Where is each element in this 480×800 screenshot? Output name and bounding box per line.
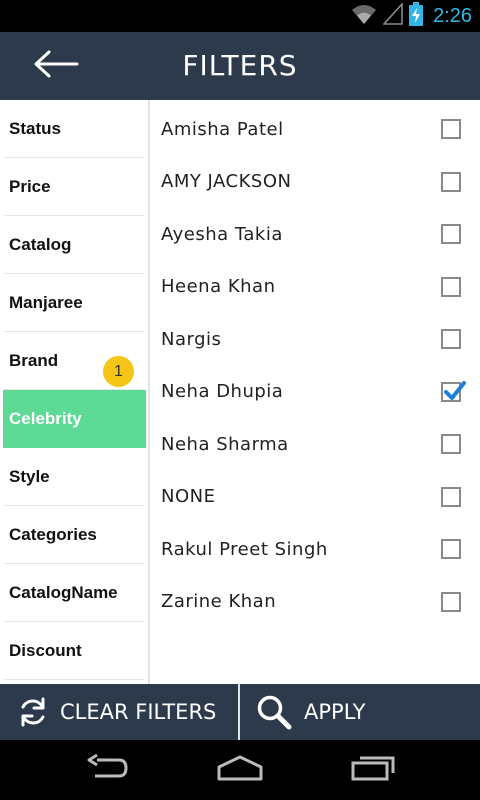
option-label: Nargis [161, 328, 222, 350]
option-checkbox[interactable] [441, 224, 461, 245]
sidebar-item-label: Style [9, 467, 50, 486]
sidebar-item-label: Categories [9, 525, 97, 544]
clear-filters-button[interactable]: CLEAR FILTERS [0, 684, 240, 740]
sidebar-item-discount[interactable]: Discount [0, 622, 148, 680]
nav-back-icon [85, 753, 129, 786]
list-item[interactable]: Neha Dhupia [152, 366, 480, 419]
status-icons: 2:26 [351, 0, 472, 32]
list-item[interactable]: Neha Sharma [152, 418, 480, 471]
list-item[interactable]: Amisha Patel [152, 103, 480, 156]
option-checkbox[interactable] [441, 329, 461, 350]
option-label: AMY JACKSON [161, 171, 292, 193]
sidebar-item-label: Celebrity [9, 409, 82, 428]
list-item[interactable]: Rakul Preet Singh [152, 523, 480, 576]
option-label: NONE [161, 486, 216, 508]
list-item[interactable]: Zarine Khan [152, 576, 480, 629]
list-item[interactable]: Ayesha Takia [152, 208, 480, 261]
list-item[interactable]: Heena Khan [152, 261, 480, 314]
option-checkbox[interactable] [441, 591, 461, 612]
nav-home-icon [216, 755, 264, 785]
nav-recents-icon [351, 755, 395, 785]
apply-label: APPLY [304, 700, 366, 724]
sidebar-item-categories[interactable]: Categories [0, 506, 148, 564]
option-label: Rakul Preet Singh [161, 538, 328, 560]
option-checkbox[interactable] [441, 380, 466, 402]
option-checkbox[interactable] [441, 434, 461, 455]
option-label: Heena Khan [161, 276, 276, 298]
status-time: 2:26 [433, 4, 472, 27]
sidebar-item-label: Price [9, 177, 51, 196]
nav-recents-button[interactable] [333, 748, 413, 792]
sidebar-item-label: Catalog [9, 235, 72, 254]
apply-button[interactable]: APPLY [240, 684, 480, 740]
filter-category-sidebar: Status Price Catalog Manjaree Brand Celebrity… [0, 100, 150, 684]
page-title: FILTERS [182, 49, 298, 82]
clear-filters-label: CLEAR FILTERS [60, 700, 217, 724]
app-header: FILTERS [0, 32, 480, 100]
sidebar-item-price[interactable]: Price [0, 158, 148, 216]
system-nav-bar [0, 740, 480, 800]
sidebar-item-catalog[interactable]: Catalog [0, 216, 148, 274]
list-item[interactable]: AMY JACKSON [152, 156, 480, 209]
sidebar-item-label: Brand [9, 351, 59, 370]
wifi-icon [351, 3, 377, 29]
signal-icon [382, 1, 403, 29]
sidebar-item-label: Discount [9, 641, 82, 660]
option-label: Ayesha Takia [161, 223, 283, 245]
sidebar-item-label: Status [9, 119, 61, 138]
sidebar-item-catalogname[interactable]: CatalogName [0, 564, 148, 622]
option-label: Amisha Patel [161, 118, 284, 140]
sidebar-item-label: Manjaree [9, 293, 83, 312]
checkmark-icon [444, 380, 466, 400]
option-checkbox[interactable] [441, 276, 461, 297]
list-item[interactable]: NONE [152, 471, 480, 524]
refresh-icon [18, 696, 48, 728]
option-label: Zarine Khan [161, 591, 277, 613]
sidebar-item-style[interactable]: Style [0, 448, 148, 506]
option-checkbox[interactable] [441, 171, 461, 192]
nav-home-button[interactable] [200, 748, 280, 792]
battery-charging-icon [409, 2, 424, 30]
status-bar: 2:26 [0, 0, 480, 32]
brand-count-badge: 1 [103, 356, 134, 387]
option-checkbox[interactable] [441, 539, 461, 560]
sidebar-item-status[interactable]: Status [0, 100, 148, 158]
nav-back-button[interactable] [67, 748, 147, 792]
option-checkbox[interactable] [441, 486, 461, 507]
filter-options-list: Amisha Patel AMY JACKSON Ayesha Takia Heena… [152, 100, 480, 684]
search-icon [256, 694, 292, 730]
option-label: Neha Dhupia [161, 381, 284, 403]
option-label: Neha Sharma [161, 433, 289, 455]
sidebar-item-label: CatalogName [9, 583, 118, 602]
sidebar-item-celebrity[interactable]: Celebrity [3, 390, 146, 448]
sidebar-item-manjaree[interactable]: Manjaree [0, 274, 148, 332]
option-checkbox[interactable] [441, 119, 461, 140]
list-item[interactable]: Nargis [152, 313, 480, 366]
action-bar: CLEAR FILTERS APPLY [0, 684, 480, 740]
